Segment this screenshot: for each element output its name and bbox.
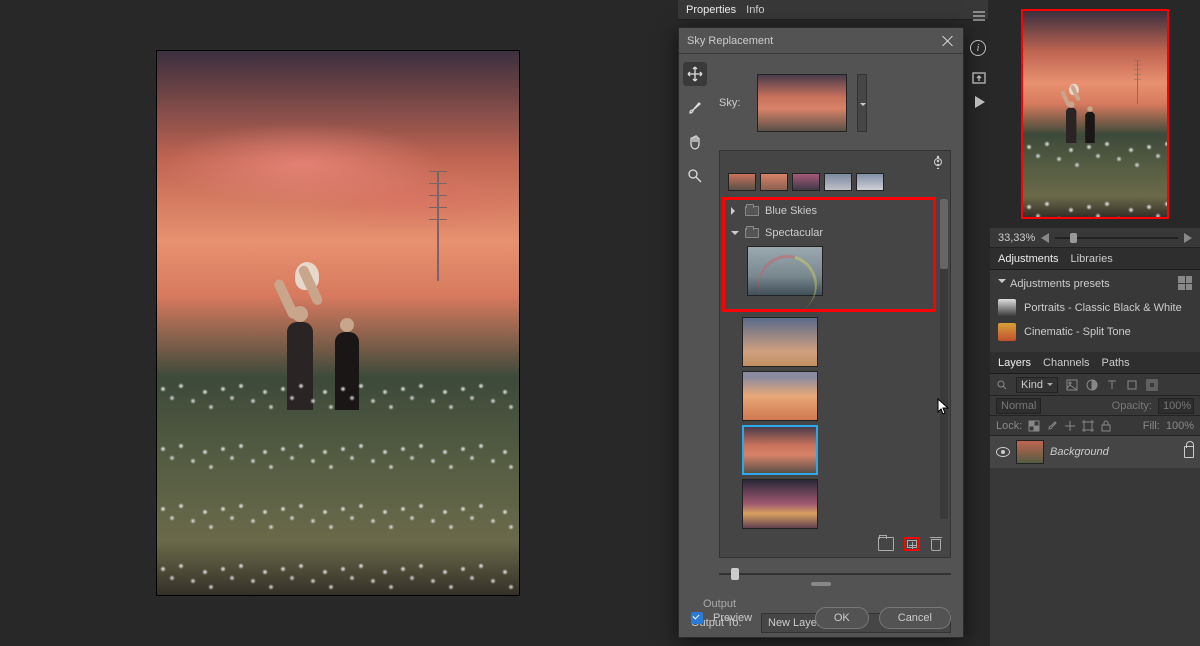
lock-label: Lock:	[996, 420, 1022, 432]
tab-libraries[interactable]: Libraries	[1071, 253, 1113, 265]
right-panel-group: 33,33% Adjustments Libraries Adjustments…	[990, 0, 1200, 646]
recent-sky-thumb[interactable]	[760, 173, 788, 191]
fill-value[interactable]: 100%	[1166, 420, 1194, 432]
highlight-annotation: Blue Skies Spectacular	[722, 197, 936, 312]
opacity-label: Opacity:	[1112, 400, 1152, 412]
sky-label: Sky:	[719, 97, 747, 109]
delete-sky-icon[interactable]	[930, 537, 942, 551]
sky-replacement-dialog: Sky Replacement Sky:	[678, 27, 964, 638]
folder-icon	[745, 228, 759, 238]
folder-label: Blue Skies	[765, 205, 817, 217]
tab-info[interactable]: Info	[746, 4, 764, 16]
lock-trans-icon[interactable]	[1028, 420, 1040, 432]
tab-channels[interactable]: Channels	[1043, 357, 1089, 369]
layer-lock-icon[interactable]	[1184, 446, 1194, 458]
image-flowers	[157, 377, 519, 595]
sky-dropdown-toggle[interactable]	[857, 74, 867, 132]
lock-paint-icon[interactable]	[1046, 420, 1058, 432]
new-group-icon[interactable]	[878, 537, 894, 551]
folder-icon	[745, 206, 759, 216]
lock-all-icon[interactable]	[1100, 420, 1112, 432]
filter-shape-icon[interactable]	[1126, 379, 1138, 391]
tab-layers[interactable]: Layers	[998, 357, 1031, 369]
dialog-title: Sky Replacement	[687, 35, 773, 47]
layer-name[interactable]: Background	[1050, 446, 1109, 458]
recent-skies-row	[720, 173, 950, 191]
folder-label: Spectacular	[765, 227, 823, 239]
selected-sky-thumbnail	[757, 74, 847, 132]
filter-adjust-icon[interactable]	[1086, 379, 1098, 391]
filter-smart-icon[interactable]	[1146, 379, 1158, 391]
canvas-area[interactable]	[0, 0, 675, 646]
folder-spectacular[interactable]: Spectacular	[725, 222, 933, 244]
layer-visibility-icon[interactable]	[996, 447, 1010, 457]
preset-scrollbar[interactable]	[940, 199, 948, 519]
panel-tab-strip: Properties Info	[678, 0, 988, 20]
play-icon[interactable]	[971, 94, 987, 110]
move-tool[interactable]	[683, 62, 707, 86]
zoom-out-icon[interactable]	[1041, 233, 1049, 243]
hand-tool[interactable]	[683, 130, 707, 154]
grid-view-icon[interactable]	[1178, 276, 1192, 290]
opacity-value[interactable]: 100%	[1158, 398, 1194, 414]
ok-button[interactable]: OK	[815, 607, 869, 629]
sky-thumb[interactable]	[742, 479, 818, 529]
zoom-tool[interactable]	[683, 164, 707, 188]
preset-label: Portraits - Classic Black & White	[1024, 302, 1182, 314]
sky-thumb[interactable]	[742, 371, 818, 421]
tab-adjustments[interactable]: Adjustments	[998, 253, 1059, 265]
tab-paths[interactable]: Paths	[1102, 357, 1130, 369]
collapse-panel-icon[interactable]	[971, 8, 987, 24]
new-sky-icon[interactable]	[904, 537, 920, 551]
layer-row-background[interactable]: Background	[990, 436, 1200, 468]
zoom-value[interactable]: 33,33%	[998, 232, 1035, 244]
preset-swatch-icon	[998, 323, 1016, 341]
recent-sky-thumb[interactable]	[728, 173, 756, 191]
navigator-thumbnail[interactable]	[1021, 9, 1169, 219]
cancel-button[interactable]: Cancel	[879, 607, 951, 629]
tab-properties[interactable]: Properties	[686, 4, 736, 16]
thumbnail-size-slider[interactable]	[719, 564, 951, 584]
fill-label: Fill:	[1143, 420, 1160, 432]
image-tower	[437, 171, 439, 281]
lock-artboard-icon[interactable]	[1082, 420, 1094, 432]
blend-mode-select[interactable]: Normal	[996, 398, 1041, 414]
search-icon	[996, 379, 1008, 391]
sky-thumb-selected[interactable]	[742, 425, 818, 475]
layer-filter-select[interactable]: Kind	[1016, 377, 1058, 393]
recent-sky-thumb[interactable]	[856, 173, 884, 191]
filter-type-icon[interactable]	[1106, 379, 1118, 391]
export-icon[interactable]	[971, 70, 987, 86]
layer-thumbnail[interactable]	[1016, 440, 1044, 464]
preset-label: Cinematic - Split Tone	[1024, 326, 1131, 338]
preview-checkbox[interactable]	[691, 612, 703, 624]
sky-thumb[interactable]	[742, 317, 818, 367]
brush-tool[interactable]	[683, 96, 707, 120]
adjustments-presets-header[interactable]: Adjustments presets	[998, 276, 1110, 290]
panel-resize-grip[interactable]	[811, 582, 831, 586]
zoom-in-icon[interactable]	[1184, 233, 1192, 243]
sky-preset-panel: Blue Skies Spectacular	[719, 150, 951, 558]
filter-image-icon[interactable]	[1066, 379, 1078, 391]
dialog-close-button[interactable]	[941, 34, 955, 48]
zoom-slider[interactable]	[1055, 237, 1178, 239]
preset-swatch-icon	[998, 299, 1016, 317]
preset-portraits-bw[interactable]: Portraits - Classic Black & White	[998, 296, 1192, 320]
recent-sky-thumb[interactable]	[792, 173, 820, 191]
preview-label: Preview	[713, 612, 752, 624]
canvas-image[interactable]	[156, 50, 520, 596]
lock-pos-icon[interactable]	[1064, 420, 1076, 432]
navigator-panel	[990, 0, 1200, 228]
preset-cinematic-split[interactable]: Cinematic - Split Tone	[998, 320, 1192, 344]
folder-blue-skies[interactable]: Blue Skies	[725, 200, 933, 222]
sky-thumb-rainbow[interactable]	[747, 246, 823, 296]
preset-settings-icon[interactable]	[932, 156, 944, 168]
scrollbar-thumb[interactable]	[940, 199, 948, 269]
recent-sky-thumb[interactable]	[824, 173, 852, 191]
